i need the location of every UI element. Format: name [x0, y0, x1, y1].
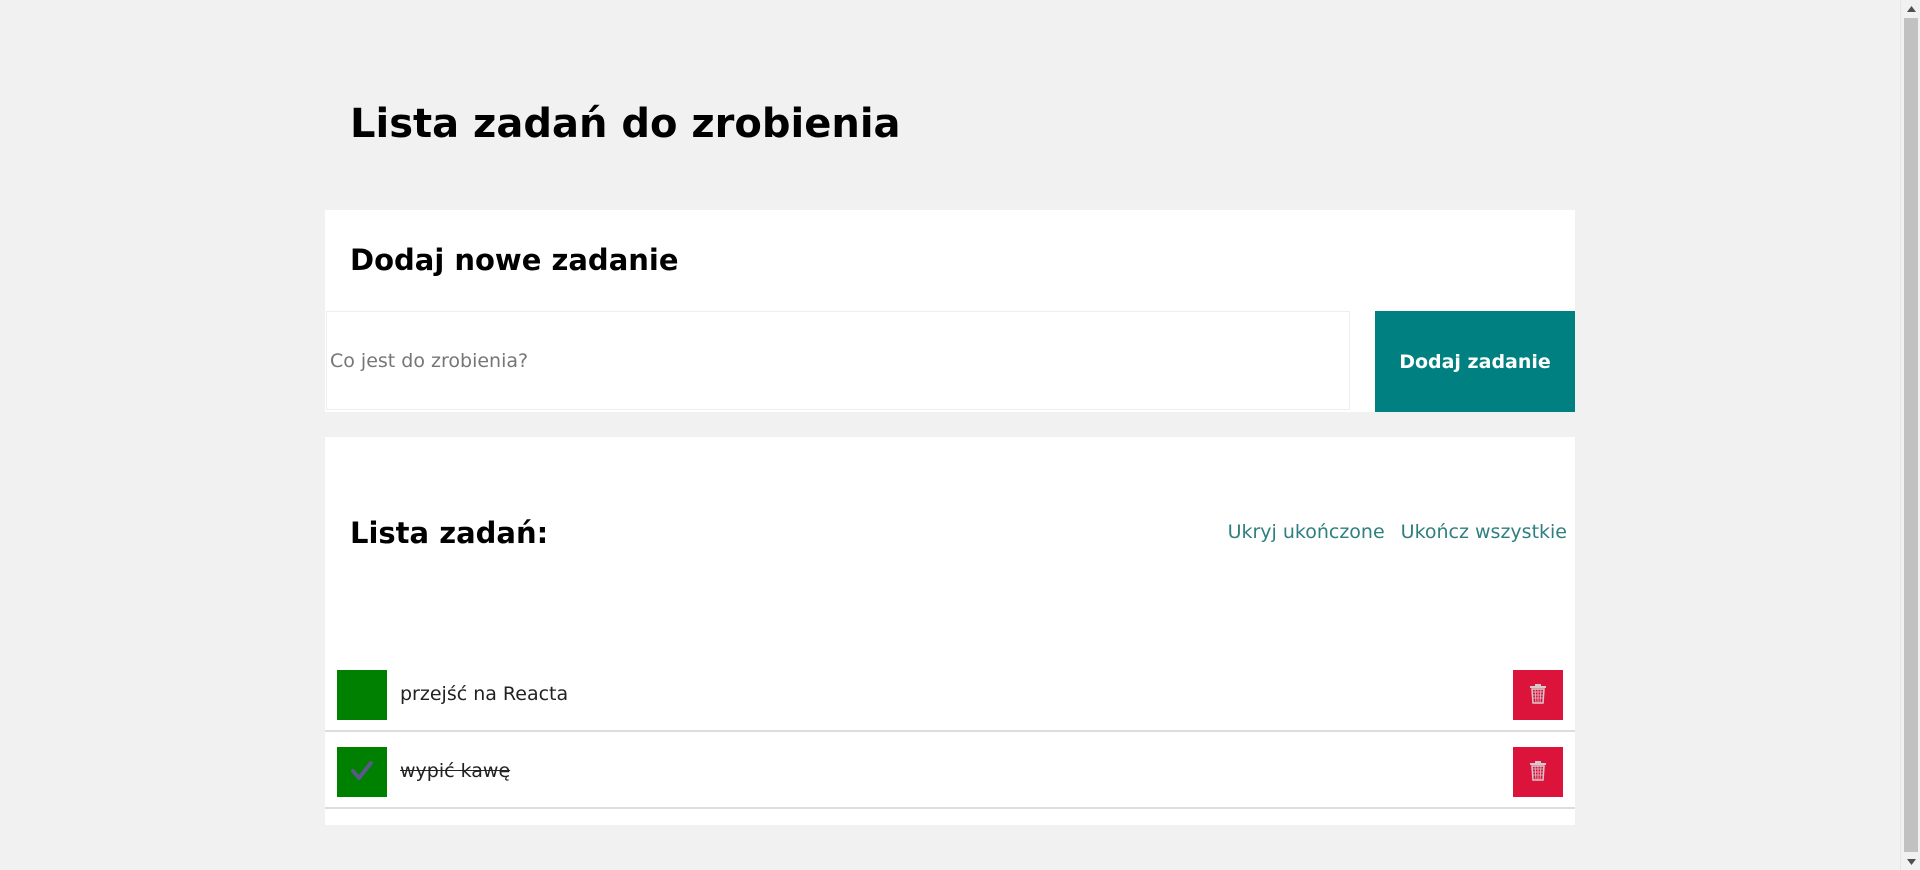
toggle-done-button[interactable]: [337, 747, 387, 797]
task-item: wypić kawę: [325, 732, 1575, 809]
hide-done-button[interactable]: Ukryj ukończone: [1228, 521, 1385, 543]
add-task-button[interactable]: Dodaj zadanie: [1375, 311, 1575, 412]
list-actions: Ukryj ukończone Ukończ wszystkie: [1228, 521, 1567, 543]
check-icon: [350, 760, 374, 785]
task-list-section: Lista zadań: Ukryj ukończone Ukończ wszy…: [325, 437, 1575, 825]
trash-icon: [1529, 760, 1547, 784]
new-task-input[interactable]: [326, 311, 1350, 410]
task-content: przejść na Reacta: [400, 683, 569, 705]
vertical-scrollbar[interactable]: [1900, 0, 1920, 870]
task-item: przejść na Reacta: [325, 655, 1575, 732]
toggle-done-button[interactable]: [337, 670, 387, 720]
task-content: wypić kawę: [400, 760, 511, 782]
add-task-heading: Dodaj nowe zadanie: [350, 243, 679, 277]
trash-icon: [1529, 683, 1547, 707]
page-title: Lista zadań do zrobienia: [350, 101, 901, 147]
task-list: przejść na Reacta wypić kawę: [325, 655, 1575, 809]
remove-task-button[interactable]: [1513, 670, 1563, 720]
scroll-down-arrow-icon[interactable]: [1901, 853, 1920, 870]
remove-task-button[interactable]: [1513, 747, 1563, 797]
scroll-up-arrow-icon[interactable]: [1901, 0, 1920, 17]
scrollbar-thumb[interactable]: [1904, 18, 1918, 852]
task-list-heading: Lista zadań:: [350, 516, 549, 550]
add-task-section: Dodaj nowe zadanie Dodaj zadanie: [325, 210, 1575, 412]
finish-all-button[interactable]: Ukończ wszystkie: [1401, 521, 1567, 543]
